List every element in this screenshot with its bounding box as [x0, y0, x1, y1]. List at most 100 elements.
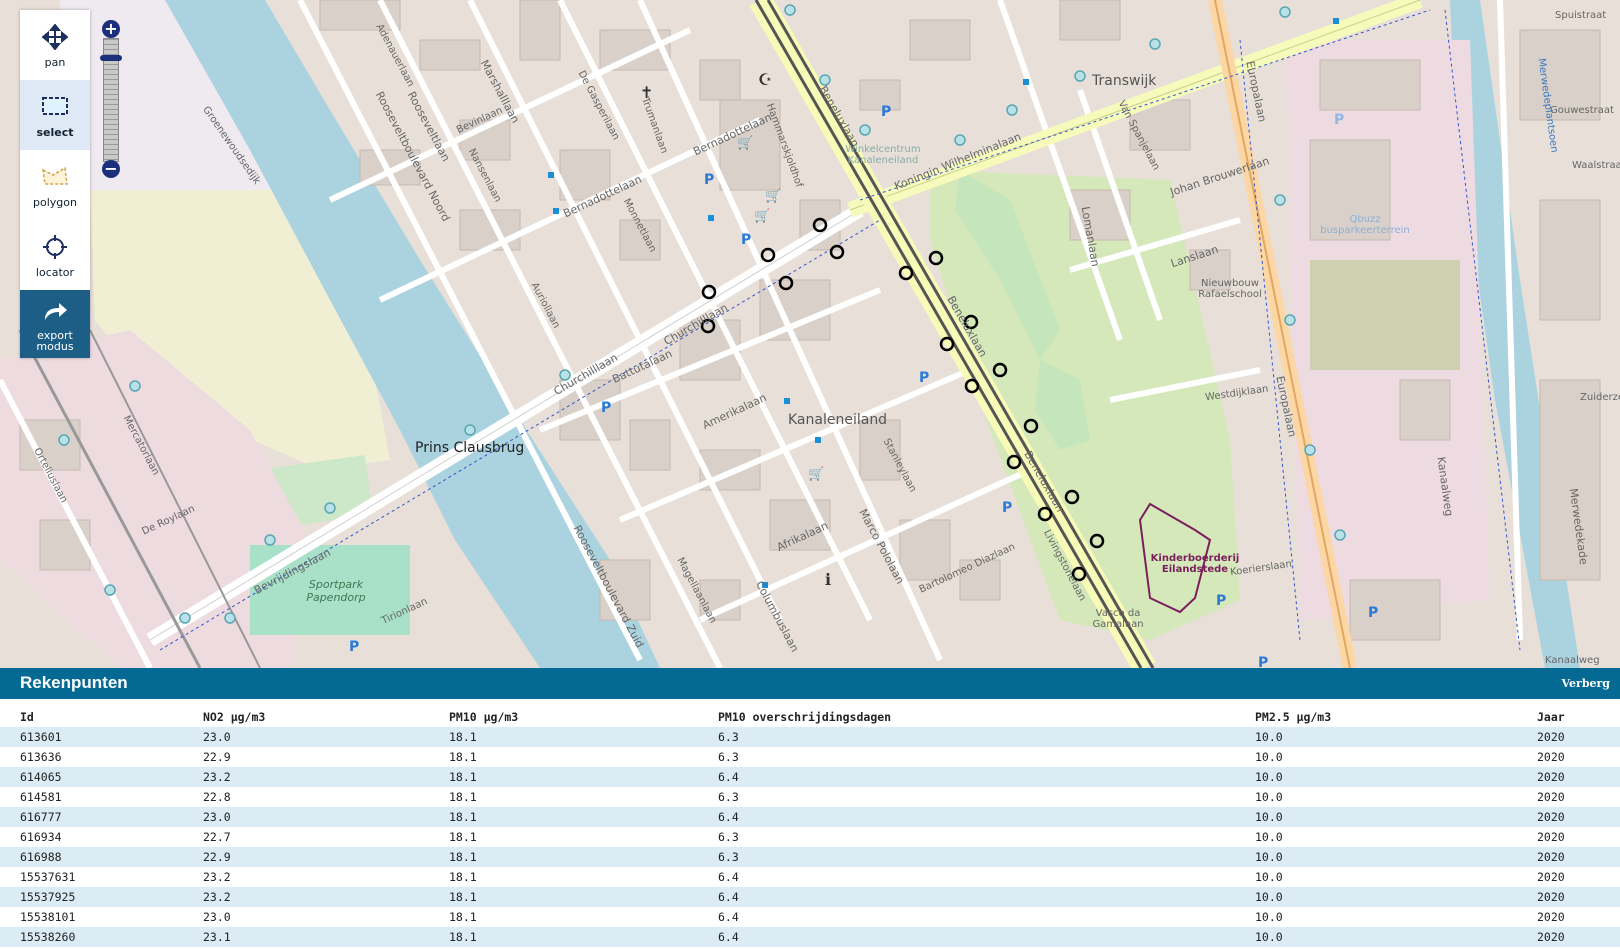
export-mode-button[interactable]: export modus — [20, 290, 90, 358]
cell-pm25: 10.0 — [1255, 810, 1283, 824]
zoom-in-button[interactable]: + — [102, 20, 120, 38]
polygon-label: polygon — [33, 195, 77, 209]
cell-pm10-days: 6.3 — [718, 830, 739, 844]
svg-text:P: P — [1334, 112, 1344, 128]
map-view[interactable]: PPP PPP PP PPP ✝ ℹ ☪ 🛒 🛒 🛒 🛒 Transwijk Kanale… — [0, 0, 1620, 668]
svg-text:P: P — [1258, 655, 1268, 668]
table-row[interactable]: 15538260 23.1 18.1 6.4 10.0 2020 — [0, 927, 1620, 947]
cell-pm10-days: 6.4 — [718, 930, 739, 944]
table-row[interactable]: 613636 22.9 18.1 6.3 10.0 2020 — [0, 747, 1620, 767]
cell-pm10-days: 6.3 — [718, 790, 739, 804]
map-label-winkelcentrum: Winkelcentrum Kanaleneiland — [845, 144, 921, 166]
select-label: select — [36, 125, 74, 139]
select-rectangle-icon — [40, 92, 70, 122]
results-panel-title: Rekenpunten — [20, 673, 128, 692]
move-arrows-icon — [40, 22, 70, 52]
street-gouwestraat: Gouwestraat — [1550, 105, 1614, 116]
pan-button[interactable]: pan — [20, 10, 90, 80]
cell-jaar: 2020 — [1537, 730, 1565, 744]
map-label-kinderboerderij: Kinderboerderij Eilandstede — [1150, 553, 1240, 575]
cell-id: 616934 — [20, 830, 62, 844]
cell-no2: 23.0 — [203, 810, 231, 824]
table-row[interactable]: 614065 23.2 18.1 6.4 10.0 2020 — [0, 767, 1620, 787]
results-table: Id NO2 µg/m3 PM10 µg/m3 PM10 overschrijd… — [0, 707, 1620, 947]
table-row[interactable]: 614581 22.8 18.1 6.3 10.0 2020 — [0, 787, 1620, 807]
svg-text:P: P — [741, 232, 751, 248]
table-row[interactable]: 616988 22.9 18.1 6.3 10.0 2020 — [0, 847, 1620, 867]
results-table-body: 613601 23.0 18.1 6.3 10.0 2020 613636 22.9 18.1 6… — [0, 727, 1620, 947]
table-row[interactable]: 15538101 23.0 18.1 6.4 10.0 2020 — [0, 907, 1620, 927]
cell-no2: 22.7 — [203, 830, 231, 844]
cell-pm10: 18.1 — [449, 870, 477, 884]
svg-text:P: P — [349, 639, 359, 655]
cell-id: 616777 — [20, 810, 62, 824]
results-panel: Rekenpunten Verberg Id NO2 µg/m3 PM10 µg… — [0, 668, 1620, 949]
table-row[interactable]: 613601 23.0 18.1 6.3 10.0 2020 — [0, 727, 1620, 747]
cell-pm10: 18.1 — [449, 730, 477, 744]
cell-pm10: 18.1 — [449, 850, 477, 864]
cell-no2: 22.9 — [203, 850, 231, 864]
cell-jaar: 2020 — [1537, 770, 1565, 784]
cell-id: 15537631 — [20, 870, 76, 884]
street-spuistraat: Spuistraat — [1555, 10, 1607, 21]
cell-pm25: 10.0 — [1255, 910, 1283, 924]
cell-pm10-days: 6.4 — [718, 770, 739, 784]
column-header-pm10[interactable]: PM10 µg/m3 — [429, 707, 698, 727]
column-header-pm25[interactable]: PM2.5 µg/m3 — [1235, 707, 1517, 727]
svg-text:P: P — [881, 104, 891, 120]
table-row[interactable]: 616934 22.7 18.1 6.3 10.0 2020 — [0, 827, 1620, 847]
cell-pm10: 18.1 — [449, 790, 477, 804]
street-waalstraat: Waalstraat — [1572, 160, 1620, 171]
select-button[interactable]: select — [20, 80, 90, 150]
cell-no2: 22.8 — [203, 790, 231, 804]
cell-jaar: 2020 — [1537, 930, 1565, 944]
cell-pm10: 18.1 — [449, 830, 477, 844]
map-label-qbuzz: Qbuzz busparkeerterrein — [1320, 214, 1410, 236]
cell-id: 15538101 — [20, 910, 76, 924]
cell-jaar: 2020 — [1537, 910, 1565, 924]
zoom-out-button[interactable]: − — [102, 160, 120, 178]
cell-pm10: 18.1 — [449, 810, 477, 824]
zoom-slider-handle[interactable] — [100, 55, 122, 61]
cell-pm25: 10.0 — [1255, 930, 1283, 944]
table-row[interactable]: 15537925 23.2 18.1 6.4 10.0 2020 — [0, 887, 1620, 907]
zoom-slider[interactable] — [100, 38, 122, 162]
svg-text:🛒: 🛒 — [765, 188, 781, 204]
column-header-no2[interactable]: NO2 µg/m3 — [183, 707, 429, 727]
svg-text:P: P — [919, 370, 929, 386]
cell-pm10-days: 6.3 — [718, 750, 739, 764]
cell-jaar: 2020 — [1537, 890, 1565, 904]
cell-pm10-days: 6.4 — [718, 890, 739, 904]
cell-jaar: 2020 — [1537, 750, 1565, 764]
export-mode-label: export modus — [36, 329, 74, 353]
hide-panel-button[interactable]: Verberg — [1562, 677, 1611, 690]
column-header-pm10-days[interactable]: PM10 overschrijdingsdagen — [698, 707, 1235, 727]
crosshair-icon — [40, 232, 70, 262]
cell-no2: 23.2 — [203, 890, 231, 904]
cell-pm10: 18.1 — [449, 890, 477, 904]
locator-button[interactable]: locator — [20, 220, 90, 290]
cell-pm10: 18.1 — [449, 930, 477, 944]
table-row[interactable]: 15537631 23.2 18.1 6.4 10.0 2020 — [0, 867, 1620, 887]
map-tiles: PPP PPP PP PPP ✝ℹ☪ 🛒🛒🛒🛒 — [0, 0, 1620, 668]
cell-no2: 23.0 — [203, 910, 231, 924]
svg-text:☪: ☪ — [758, 70, 772, 89]
map-label-nieuwbouw: Nieuwbouw Rafaelschool — [1198, 278, 1262, 300]
cell-id: 613636 — [20, 750, 62, 764]
svg-text:ℹ: ℹ — [825, 570, 831, 589]
cell-no2: 23.1 — [203, 930, 231, 944]
map-label-sportpark: Sportpark Papendorp — [306, 578, 366, 604]
table-row[interactable]: 616777 23.0 18.1 6.4 10.0 2020 — [0, 807, 1620, 827]
map-label-kanaleneiland: Kanaleneiland — [788, 412, 888, 428]
share-arrow-icon — [40, 296, 70, 326]
cell-pm25: 10.0 — [1255, 790, 1283, 804]
cell-pm25: 10.0 — [1255, 830, 1283, 844]
cell-jaar: 2020 — [1537, 830, 1565, 844]
cell-pm25: 10.0 — [1255, 770, 1283, 784]
svg-text:🛒: 🛒 — [754, 208, 770, 224]
column-header-jaar[interactable]: Jaar — [1517, 707, 1620, 727]
polygon-button[interactable]: polygon — [20, 150, 90, 220]
column-header-id[interactable]: Id — [0, 707, 183, 727]
svg-text:P: P — [1002, 500, 1012, 516]
cell-pm10-days: 6.3 — [718, 730, 739, 744]
